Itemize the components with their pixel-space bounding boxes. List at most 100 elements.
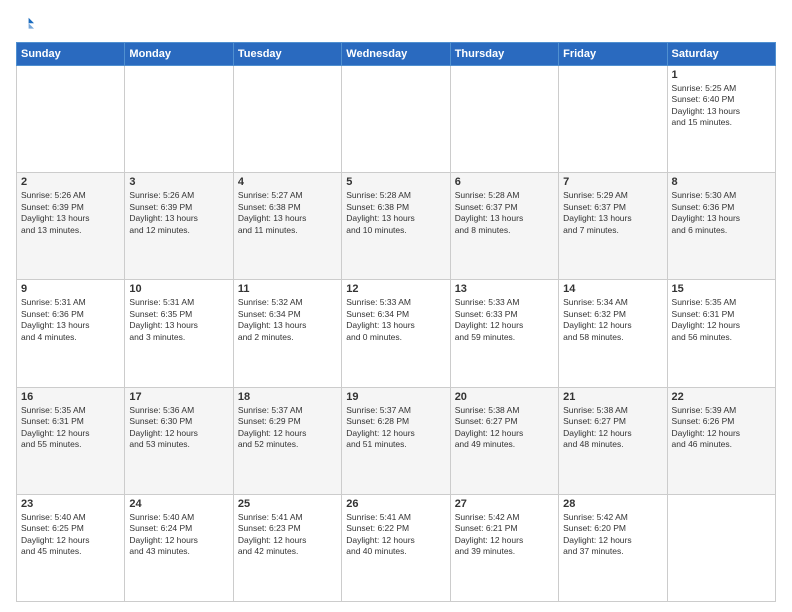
calendar-cell: 17 Sunrise: 5:36 AM Sunset: 6:30 PM Dayli… [125, 387, 233, 494]
day-info: Sunrise: 5:40 AM Sunset: 6:25 PM Dayligh… [21, 512, 120, 558]
weekday-header: Sunday [17, 43, 125, 66]
calendar-cell: 8Sunrise: 5:30 AM Sunset: 6:36 PM Daylig… [667, 173, 775, 280]
header [16, 16, 776, 34]
calendar-cell: 3Sunrise: 5:26 AM Sunset: 6:39 PM Daylig… [125, 173, 233, 280]
day-info: Sunrise: 5:37 AM Sunset: 6:28 PM Dayligh… [346, 405, 445, 451]
day-info: Sunrise: 5:35 AM Sunset: 6:31 PM Dayligh… [672, 297, 771, 343]
day-info: Sunrise: 5:29 AM Sunset: 6:37 PM Dayligh… [563, 190, 662, 236]
day-info: Sunrise: 5:42 AM Sunset: 6:20 PM Dayligh… [563, 512, 662, 558]
day-info: Sunrise: 5:27 AM Sunset: 6:38 PM Dayligh… [238, 190, 337, 236]
day-number: 9 [21, 283, 120, 295]
day-info: Sunrise: 5:35 AM Sunset: 6:31 PM Dayligh… [21, 405, 120, 451]
day-number: 27 [455, 498, 554, 510]
day-info: Sunrise: 5:38 AM Sunset: 6:27 PM Dayligh… [563, 405, 662, 451]
day-number: 15 [672, 283, 771, 295]
day-number: 17 [129, 391, 228, 403]
day-number: 7 [563, 176, 662, 188]
day-number: 20 [455, 391, 554, 403]
day-info: Sunrise: 5:32 AM Sunset: 6:34 PM Dayligh… [238, 297, 337, 343]
calendar-cell [125, 66, 233, 173]
calendar-cell: 11 Sunrise: 5:32 AM Sunset: 6:34 PM Dayli… [233, 280, 341, 387]
day-number: 11 [238, 283, 337, 295]
day-number: 19 [346, 391, 445, 403]
day-info: Sunrise: 5:28 AM Sunset: 6:38 PM Dayligh… [346, 190, 445, 236]
day-info: Sunrise: 5:28 AM Sunset: 6:37 PM Dayligh… [455, 190, 554, 236]
day-number: 8 [672, 176, 771, 188]
calendar-cell: 12 Sunrise: 5:33 AM Sunset: 6:34 PM Dayli… [342, 280, 450, 387]
calendar-cell [342, 66, 450, 173]
calendar-week-row: 1Sunrise: 5:25 AM Sunset: 6:40 PM Daylig… [17, 66, 776, 173]
day-info: Sunrise: 5:41 AM Sunset: 6:23 PM Dayligh… [238, 512, 337, 558]
day-info: Sunrise: 5:33 AM Sunset: 6:33 PM Dayligh… [455, 297, 554, 343]
calendar-cell [559, 66, 667, 173]
day-number: 22 [672, 391, 771, 403]
calendar-cell: 20 Sunrise: 5:38 AM Sunset: 6:27 PM Dayli… [450, 387, 558, 494]
calendar-cell [450, 66, 558, 173]
calendar-week-row: 9 Sunrise: 5:31 AM Sunset: 6:36 PM Daylig… [17, 280, 776, 387]
day-number: 2 [21, 176, 120, 188]
day-number: 4 [238, 176, 337, 188]
day-info: Sunrise: 5:37 AM Sunset: 6:29 PM Dayligh… [238, 405, 337, 451]
weekday-header: Wednesday [342, 43, 450, 66]
calendar-cell: 27 Sunrise: 5:42 AM Sunset: 6:21 PM Dayli… [450, 494, 558, 601]
calendar-cell: 4 Sunrise: 5:27 AM Sunset: 6:38 PM Daylig… [233, 173, 341, 280]
day-info: Sunrise: 5:42 AM Sunset: 6:21 PM Dayligh… [455, 512, 554, 558]
day-info: Sunrise: 5:31 AM Sunset: 6:36 PM Dayligh… [21, 297, 120, 343]
calendar-cell: 15 Sunrise: 5:35 AM Sunset: 6:31 PM Dayli… [667, 280, 775, 387]
day-info: Sunrise: 5:33 AM Sunset: 6:34 PM Dayligh… [346, 297, 445, 343]
calendar-cell: 24 Sunrise: 5:40 AM Sunset: 6:24 PM Dayli… [125, 494, 233, 601]
day-info: Sunrise: 5:34 AM Sunset: 6:32 PM Dayligh… [563, 297, 662, 343]
calendar-cell: 19 Sunrise: 5:37 AM Sunset: 6:28 PM Dayli… [342, 387, 450, 494]
day-number: 6 [455, 176, 554, 188]
page: SundayMondayTuesdayWednesdayThursdayFrid… [0, 0, 792, 612]
day-number: 5 [346, 176, 445, 188]
weekday-header: Friday [559, 43, 667, 66]
weekday-header: Tuesday [233, 43, 341, 66]
day-number: 18 [238, 391, 337, 403]
calendar-cell: 6 Sunrise: 5:28 AM Sunset: 6:37 PM Daylig… [450, 173, 558, 280]
calendar-week-row: 2 Sunrise: 5:26 AM Sunset: 6:39 PM Daylig… [17, 173, 776, 280]
calendar-cell: 28 Sunrise: 5:42 AM Sunset: 6:20 PM Dayli… [559, 494, 667, 601]
weekday-header: Thursday [450, 43, 558, 66]
day-number: 12 [346, 283, 445, 295]
day-number: 25 [238, 498, 337, 510]
calendar-cell [667, 494, 775, 601]
day-info: Sunrise: 5:25 AM Sunset: 6:40 PM Dayligh… [672, 83, 771, 129]
calendar-cell: 14 Sunrise: 5:34 AM Sunset: 6:32 PM Dayli… [559, 280, 667, 387]
day-number: 28 [563, 498, 662, 510]
calendar-week-row: 16Sunrise: 5:35 AM Sunset: 6:31 PM Dayli… [17, 387, 776, 494]
weekday-header: Saturday [667, 43, 775, 66]
day-number: 24 [129, 498, 228, 510]
calendar-cell [233, 66, 341, 173]
weekday-header: Monday [125, 43, 233, 66]
calendar-week-row: 23 Sunrise: 5:40 AM Sunset: 6:25 PM Dayli… [17, 494, 776, 601]
calendar-cell: 23 Sunrise: 5:40 AM Sunset: 6:25 PM Dayli… [17, 494, 125, 601]
calendar-cell: 22 Sunrise: 5:39 AM Sunset: 6:26 PM Dayli… [667, 387, 775, 494]
calendar-cell: 5 Sunrise: 5:28 AM Sunset: 6:38 PM Daylig… [342, 173, 450, 280]
calendar-cell: 21Sunrise: 5:38 AM Sunset: 6:27 PM Dayli… [559, 387, 667, 494]
day-number: 3 [129, 176, 228, 188]
calendar-header-row: SundayMondayTuesdayWednesdayThursdayFrid… [17, 43, 776, 66]
day-info: Sunrise: 5:39 AM Sunset: 6:26 PM Dayligh… [672, 405, 771, 451]
calendar-cell: 26 Sunrise: 5:41 AM Sunset: 6:22 PM Dayli… [342, 494, 450, 601]
day-number: 13 [455, 283, 554, 295]
calendar-cell: 9 Sunrise: 5:31 AM Sunset: 6:36 PM Daylig… [17, 280, 125, 387]
day-number: 26 [346, 498, 445, 510]
logo-icon [16, 16, 34, 34]
day-info: Sunrise: 5:38 AM Sunset: 6:27 PM Dayligh… [455, 405, 554, 451]
calendar-cell: 16Sunrise: 5:35 AM Sunset: 6:31 PM Dayli… [17, 387, 125, 494]
day-info: Sunrise: 5:41 AM Sunset: 6:22 PM Dayligh… [346, 512, 445, 558]
day-number: 14 [563, 283, 662, 295]
calendar-cell: 7 Sunrise: 5:29 AM Sunset: 6:37 PM Daylig… [559, 173, 667, 280]
calendar-cell: 13 Sunrise: 5:33 AM Sunset: 6:33 PM Dayli… [450, 280, 558, 387]
day-info: Sunrise: 5:31 AM Sunset: 6:35 PM Dayligh… [129, 297, 228, 343]
calendar-cell: 18 Sunrise: 5:37 AM Sunset: 6:29 PM Dayli… [233, 387, 341, 494]
calendar-cell: 25 Sunrise: 5:41 AM Sunset: 6:23 PM Dayli… [233, 494, 341, 601]
calendar-table: SundayMondayTuesdayWednesdayThursdayFrid… [16, 42, 776, 602]
day-info: Sunrise: 5:26 AM Sunset: 6:39 PM Dayligh… [21, 190, 120, 236]
calendar-cell [17, 66, 125, 173]
day-number: 23 [21, 498, 120, 510]
logo [16, 16, 36, 34]
day-info: Sunrise: 5:40 AM Sunset: 6:24 PM Dayligh… [129, 512, 228, 558]
day-info: Sunrise: 5:36 AM Sunset: 6:30 PM Dayligh… [129, 405, 228, 451]
